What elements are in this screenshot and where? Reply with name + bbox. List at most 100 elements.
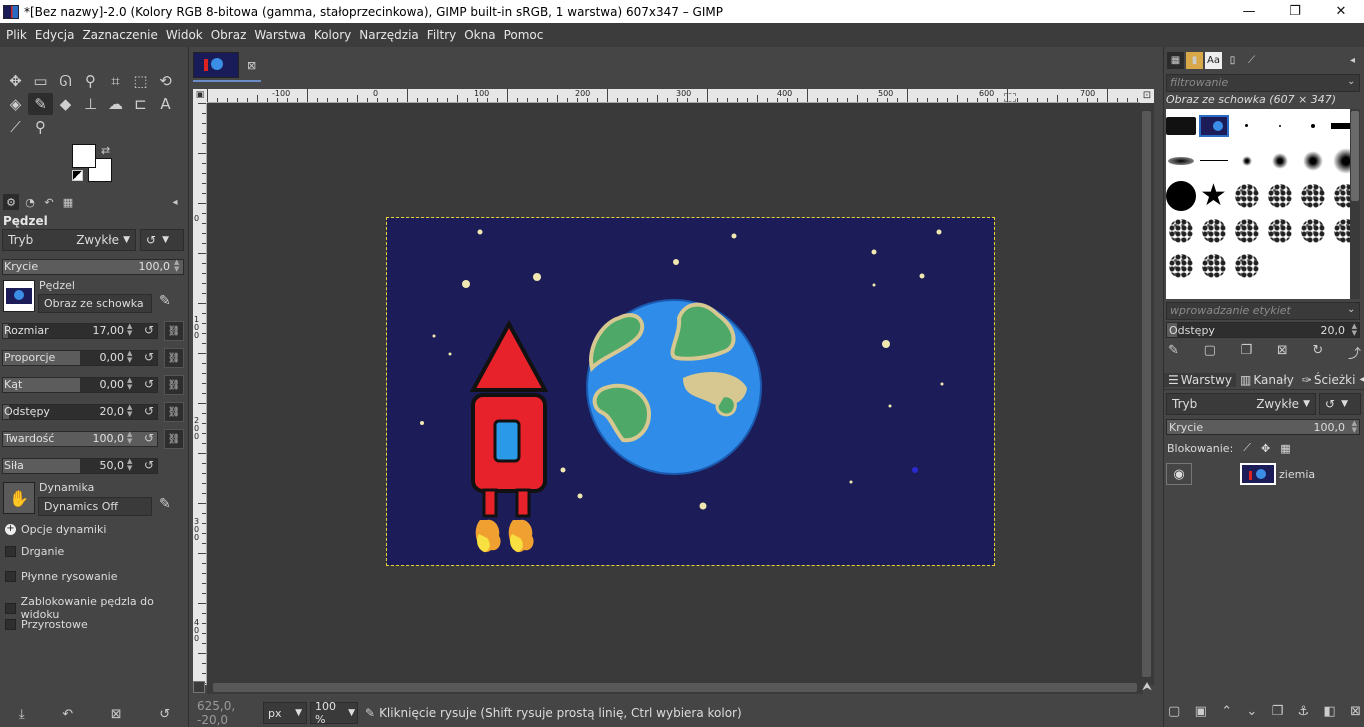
fuzzy-select-icon[interactable]: ⚲: [78, 70, 103, 92]
layer-row[interactable]: ◉ ziemia: [1166, 461, 1362, 487]
brush-preset[interactable]: [1296, 179, 1329, 212]
configure-tab-icon[interactable]: ◂: [1359, 374, 1364, 385]
brushes-tab-icon[interactable]: ▦: [1167, 51, 1184, 69]
delete-layer-icon[interactable]: ⊠: [1350, 704, 1361, 719]
layer-opacity-slider[interactable]: Krycie 100,0 ▲ ▼: [1166, 419, 1360, 435]
reset-icon[interactable]: ↺: [144, 377, 154, 391]
close-button[interactable]: ✕: [1318, 0, 1364, 23]
lower-layer-icon[interactable]: ⌄: [1246, 704, 1257, 719]
foreground-color[interactable]: [72, 144, 96, 168]
edit-brush-icon[interactable]: ✎: [159, 293, 171, 309]
brush-name-field[interactable]: Obraz ze schowka: [38, 294, 152, 313]
tab-layers[interactable]: ☰ Warstwy: [1164, 372, 1237, 387]
menu-pomoc[interactable]: Pomoc: [500, 28, 548, 42]
spin-icon[interactable]: ▲ ▼: [1352, 323, 1357, 337]
brush-preset[interactable]: [1230, 109, 1263, 142]
brush-preset[interactable]: ★: [1197, 179, 1230, 212]
slider-2[interactable]: Proporcje 0,00 ▲ ▼ ↺ ⛓: [2, 348, 184, 368]
mode-reset-dropdown[interactable]: ↺ ▼: [140, 229, 184, 251]
zoom-dropdown[interactable]: 100 % ▼: [310, 700, 358, 726]
default-colors-icon[interactable]: [72, 170, 83, 181]
reset-icon[interactable]: ↺: [144, 404, 154, 418]
layer-composite-dropdown[interactable]: ↺ ▼: [1319, 393, 1361, 415]
spin-icon[interactable]: ▲ ▼: [127, 323, 135, 339]
brush-preset[interactable]: [1166, 179, 1197, 212]
brush-spacing-slider[interactable]: Odstępy 20,0 ▲ ▼: [1166, 322, 1360, 338]
brush-preset[interactable]: [1296, 214, 1329, 247]
layer-name[interactable]: ziemia: [1279, 468, 1315, 481]
bucket-fill-icon[interactable]: ◈: [3, 93, 28, 115]
delete-options-icon[interactable]: ⊠: [111, 707, 122, 722]
brush-preset[interactable]: [1329, 109, 1350, 142]
menu-widok[interactable]: Widok: [162, 28, 207, 42]
save-options-icon[interactable]: ⤓: [19, 707, 25, 722]
brush-preset[interactable]: [1230, 179, 1263, 212]
menu-filtry[interactable]: Filtry: [423, 28, 460, 42]
paintbrush-icon[interactable]: ✎: [28, 92, 53, 115]
device-status-tab-icon[interactable]: ◔: [22, 194, 38, 210]
edit-brush-icon[interactable]: ✎: [1168, 343, 1179, 362]
brush-preset[interactable]: [1166, 249, 1197, 282]
brush-preview[interactable]: [3, 280, 35, 312]
tag-input[interactable]: wprowadzanie etykiet: [1166, 302, 1360, 320]
layer-mode-dropdown[interactable]: Tryb Zwykłe ▼: [1166, 393, 1316, 415]
horizontal-scrollbar[interactable]: [207, 680, 1143, 694]
vertical-scrollbar[interactable]: [1140, 103, 1154, 685]
slider-0[interactable]: Krycie 100,0 ▲ ▼: [2, 259, 184, 275]
brush-preset[interactable]: [1197, 109, 1230, 142]
brush-preset[interactable]: [1296, 109, 1329, 142]
menu-edycja[interactable]: Edycja: [31, 28, 79, 42]
brush-preset[interactable]: [1329, 179, 1350, 212]
restore-options-icon[interactable]: ↶: [62, 707, 73, 722]
refresh-brushes-icon[interactable]: ↻: [1312, 343, 1323, 362]
spin-icon[interactable]: ▲ ▼: [174, 259, 182, 275]
checkbox-1[interactable]: Drganie: [5, 545, 64, 558]
new-layer-group-icon[interactable]: ▣: [1195, 704, 1207, 719]
images-tab-icon[interactable]: ▦: [60, 194, 76, 210]
tab-paths[interactable]: ✑ Ścieżki: [1298, 373, 1360, 387]
brush-preset[interactable]: [1263, 214, 1296, 247]
tab-channels[interactable]: ▥ Kanały: [1236, 373, 1298, 387]
brush-grid-scrollbar[interactable]: [1350, 109, 1360, 299]
menu-zaznaczenie[interactable]: Zaznaczenie: [78, 28, 161, 42]
spin-icon[interactable]: ▲ ▼: [127, 404, 135, 420]
minimize-button[interactable]: —: [1226, 0, 1272, 23]
horizontal-ruler[interactable]: -100 0 100 200 300 400 500 600 700: [207, 89, 1140, 103]
menu-kolory[interactable]: Kolory: [310, 28, 355, 42]
text-icon[interactable]: A: [153, 93, 178, 115]
reset-icon[interactable]: ↺: [144, 431, 154, 445]
raise-layer-icon[interactable]: ⌃: [1221, 704, 1232, 719]
brush-filter-input[interactable]: filtrowanie: [1166, 74, 1360, 92]
dodge-icon[interactable]: ⊏: [128, 93, 153, 115]
fonts-tab-icon[interactable]: Aa: [1205, 51, 1222, 69]
delete-brush-icon[interactable]: ⊠: [1277, 343, 1288, 362]
crop-icon[interactable]: ⌗: [103, 70, 128, 92]
mode-dropdown[interactable]: Tryb Zwykłe ▼: [2, 229, 136, 251]
warp-icon[interactable]: ⟲: [153, 70, 178, 92]
brush-preset[interactable]: [1197, 214, 1230, 247]
slider-1[interactable]: Rozmiar 17,00 ▲ ▼ ↺ ⛓: [2, 321, 184, 341]
maximize-button[interactable]: ❐: [1272, 0, 1318, 23]
smudge-icon[interactable]: ☁: [103, 93, 128, 115]
link-icon[interactable]: ⛓: [164, 402, 184, 422]
brush-preset[interactable]: [1166, 109, 1197, 142]
reset-icon[interactable]: ↺: [144, 323, 154, 337]
brush-preset[interactable]: [1230, 214, 1263, 247]
mask-icon[interactable]: ◧: [1324, 704, 1336, 719]
spin-icon[interactable]: ▲ ▼: [127, 350, 135, 366]
brush-grid[interactable]: ★: [1166, 109, 1350, 299]
checkbox-2[interactable]: Płynne rysowanie: [5, 570, 118, 583]
open-brush-as-image-icon[interactable]: ⤴: [1348, 343, 1361, 362]
brush-preset[interactable]: [1263, 109, 1296, 142]
lock-position-icon[interactable]: ✥: [1261, 442, 1270, 455]
navigate-icon[interactable]: ⮝: [1140, 679, 1154, 695]
chevron-down-icon[interactable]: ⌄: [1347, 76, 1355, 87]
slider-3[interactable]: Kąt 0,00 ▲ ▼ ↺ ⛓: [2, 375, 184, 395]
eraser-icon[interactable]: ◆: [53, 93, 78, 115]
patterns-tab-icon[interactable]: ▮: [1186, 51, 1203, 69]
dynamics-preview[interactable]: ✋: [3, 482, 35, 514]
edit-dynamics-icon[interactable]: ✎: [159, 496, 171, 512]
color-picker-icon[interactable]: ⟋: [3, 116, 28, 138]
tool-options-tab-icon[interactable]: ⚙: [3, 194, 19, 210]
image-tab[interactable]: ⊠: [193, 50, 261, 82]
